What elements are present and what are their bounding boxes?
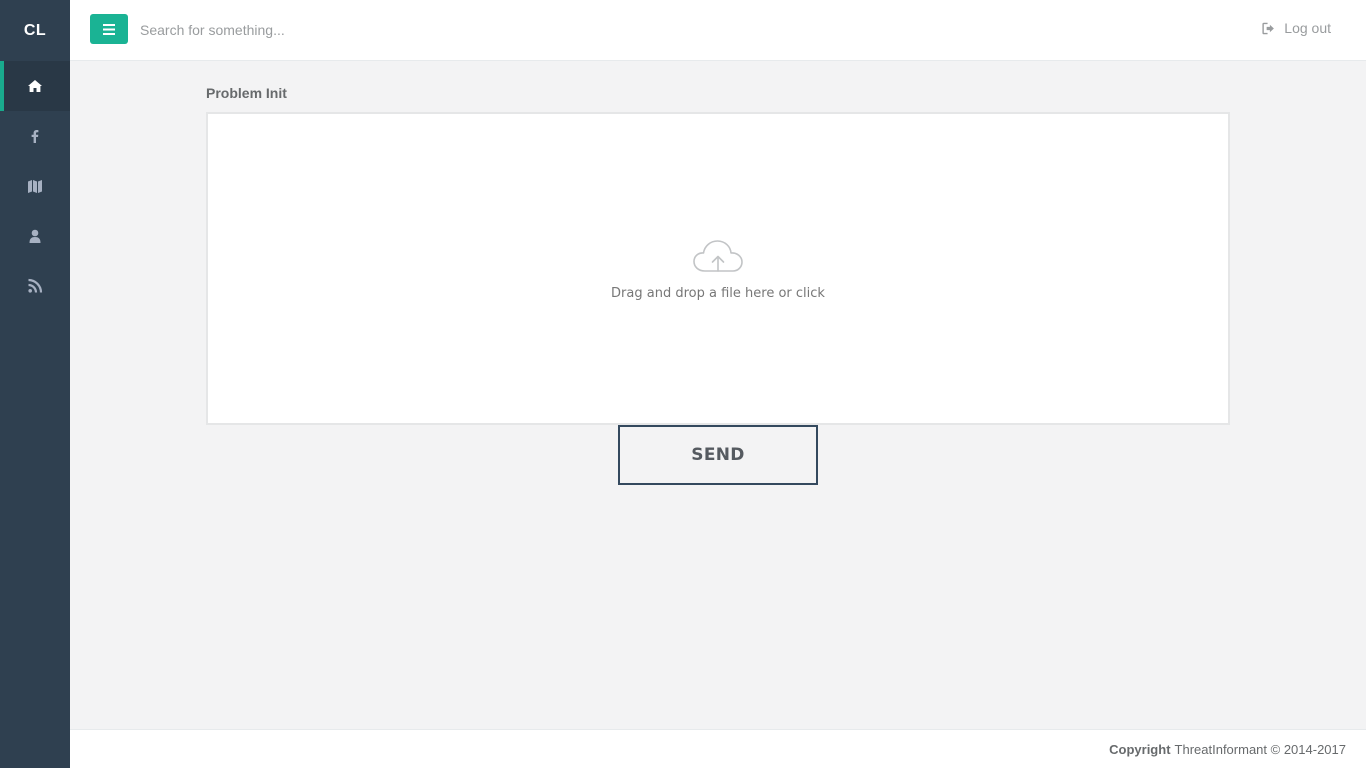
brand-logo[interactable]: CL	[0, 0, 70, 61]
sidebar-item-map[interactable]	[0, 161, 70, 211]
dropzone-text: Drag and drop a file here or click	[611, 286, 825, 301]
user-icon	[29, 229, 41, 243]
sidebar-item-home[interactable]	[0, 61, 70, 111]
sign-out-icon	[1262, 22, 1275, 34]
copyright-label: Copyright	[1109, 741, 1171, 757]
logout-label: Log out	[1284, 20, 1331, 36]
footer: Copyright ThreatInformant © 2014-2017	[70, 729, 1366, 768]
sidebar-item-facebook[interactable]	[0, 111, 70, 161]
sidebar-item-rss[interactable]	[0, 261, 70, 311]
menu-toggle-button[interactable]	[90, 14, 128, 44]
sidebar-item-user[interactable]	[0, 211, 70, 261]
copyright-text: ThreatInformant © 2014-2017	[1174, 741, 1346, 757]
top-navbar: Log out	[70, 0, 1366, 61]
search-input[interactable]	[140, 15, 540, 45]
file-dropzone[interactable]: Drag and drop a file here or click	[206, 112, 1230, 425]
section-label: Problem Init	[206, 85, 287, 101]
send-button[interactable]: SEND	[618, 425, 818, 485]
dropzone-message: Drag and drop a file here or click	[208, 238, 1228, 301]
facebook-icon	[31, 130, 39, 143]
logout-link[interactable]: Log out	[1262, 20, 1331, 36]
rss-icon	[28, 278, 43, 293]
map-icon	[28, 180, 42, 193]
bars-icon	[103, 23, 115, 35]
cloud-upload-icon	[693, 240, 743, 272]
sidebar: CL	[0, 0, 70, 768]
home-icon	[28, 80, 42, 92]
